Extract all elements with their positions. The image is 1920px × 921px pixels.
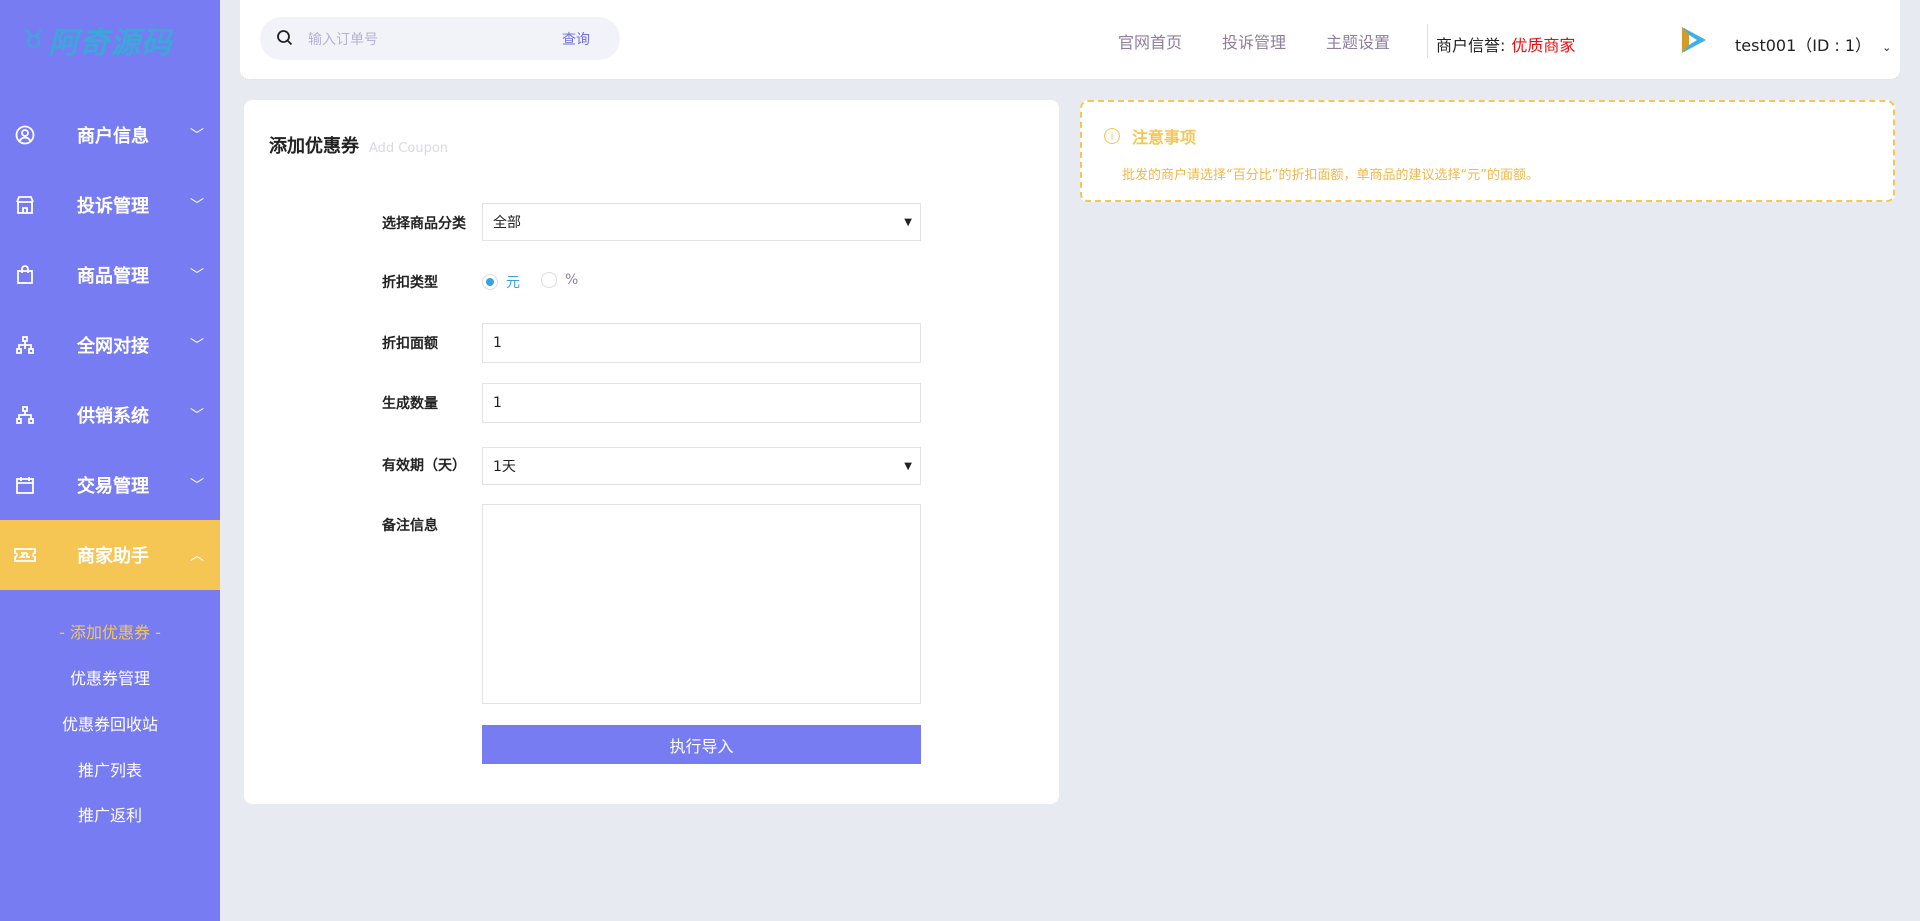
add-coupon-card: 添加优惠券 Add Coupon 选择商品分类 全部 ▼ 折扣类型 元 % 折扣面额… <box>244 100 1059 804</box>
calendar-icon <box>14 474 36 496</box>
remark-label: 备注信息 <box>382 518 438 534</box>
chevron-down-icon: ﹀ <box>190 268 204 284</box>
submenu-promotion-rebate[interactable]: 推广返利 <box>0 802 220 826</box>
expiry-label: 有效期（天） <box>382 458 466 474</box>
amount-input[interactable]: 1 <box>482 323 921 363</box>
ticket-icon <box>14 544 36 566</box>
notice-box: i 注意事项 批发的商户请选择“百分比”的折扣面额，单商品的建议选择“元”的面额。 <box>1080 100 1895 202</box>
count-value: 1 <box>493 395 502 411</box>
amount-label: 折扣面额 <box>382 336 438 352</box>
sidebar-item-products[interactable]: 商品管理 ﹀ <box>0 240 220 310</box>
order-search: 查询 <box>260 17 620 60</box>
radio-yuan[interactable]: 元 <box>482 272 520 292</box>
chevron-down-icon: ﹀ <box>190 198 204 214</box>
page-subtitle: Add Coupon <box>369 141 449 156</box>
category-value: 全部 <box>493 215 521 231</box>
avatar[interactable] <box>1678 24 1710 58</box>
sidebar-item-label: 商户信息 <box>77 126 149 147</box>
sidebar-item-label: 供销系统 <box>77 406 149 427</box>
search-icon <box>276 29 294 51</box>
bag-icon <box>14 264 36 286</box>
top-header: 查询 官网首页 投诉管理 主题设置 商户信誉: 优质商家 test001（ID :… <box>240 0 1900 80</box>
user-menu[interactable]: test001（ID : 1） ⌄ <box>1735 32 1891 56</box>
sidebar-item-network[interactable]: 全网对接 ﹀ <box>0 310 220 380</box>
radio-percent[interactable]: % <box>541 272 578 288</box>
sitemap-icon <box>14 334 36 356</box>
title-text: 添加优惠券 <box>269 136 359 157</box>
category-select[interactable]: 全部 ▼ <box>482 203 921 241</box>
remark-textarea[interactable] <box>482 504 921 704</box>
credit-value: 优质商家 <box>1511 36 1576 55</box>
notice-title-text: 注意事项 <box>1132 128 1197 147</box>
nav-theme-settings[interactable]: 主题设置 <box>1326 29 1390 53</box>
sidebar-item-distribution[interactable]: 供销系统 ﹀ <box>0 380 220 450</box>
search-button[interactable]: 查询 <box>562 29 590 49</box>
username: test001（ID : 1） <box>1735 36 1872 55</box>
info-icon: i <box>1104 128 1120 144</box>
sidebar-item-label: 交易管理 <box>77 476 149 497</box>
merchant-credit: 商户信誉: 优质商家 <box>1436 32 1575 56</box>
nav-complaints[interactable]: 投诉管理 <box>1222 29 1286 53</box>
sidebar-item-label: 全网对接 <box>77 336 149 357</box>
nav-home[interactable]: 官网首页 <box>1118 29 1182 53</box>
header-divider <box>1427 24 1428 58</box>
sidebar: ♉ 阿奇源码 商户信息 ﹀ 投诉管理 ﹀ 商品管理 ﹀ 全网对接 ﹀ 供销系统 ﹀… <box>0 0 220 921</box>
notice-title: i 注意事项 <box>1104 124 1196 148</box>
sidebar-item-complaints[interactable]: 投诉管理 ﹀ <box>0 170 220 240</box>
notice-body: 批发的商户请选择“百分比”的折扣面额，单商品的建议选择“元”的面额。 <box>1122 168 1539 183</box>
sidebar-item-label: 商家助手 <box>77 546 149 567</box>
discount-type-label: 折扣类型 <box>382 275 438 291</box>
order-search-input[interactable] <box>308 28 508 50</box>
submenu-add-coupon[interactable]: - 添加优惠券 - <box>0 619 220 643</box>
submenu-coupon-recycle-bin[interactable]: 优惠券回收站 <box>0 711 220 735</box>
expiry-value: 1天 <box>493 459 516 475</box>
logo[interactable]: ♉ 阿奇源码 <box>22 18 172 62</box>
sidebar-item-label: 投诉管理 <box>77 196 149 217</box>
expiry-select[interactable]: 1天 ▼ <box>482 447 921 485</box>
chevron-down-icon: ﹀ <box>190 338 204 354</box>
chevron-down-icon: ﹀ <box>190 478 204 494</box>
chevron-up-icon: ︿ <box>190 548 204 564</box>
sidebar-item-transactions[interactable]: 交易管理 ﹀ <box>0 450 220 520</box>
user-circle-icon <box>14 124 36 146</box>
credit-label: 商户信誉: <box>1436 36 1506 55</box>
radio-unchecked-icon <box>541 272 557 288</box>
store-icon <box>14 194 36 216</box>
radio-label: % <box>565 272 579 288</box>
chevron-down-icon: ⌄ <box>1882 41 1892 54</box>
caret-down-icon: ▼ <box>904 460 912 472</box>
bull-logo-icon: ♉ <box>22 25 47 55</box>
radio-label: 元 <box>506 275 520 291</box>
amount-value: 1 <box>493 335 502 351</box>
submit-import-button[interactable]: 执行导入 <box>482 725 921 764</box>
submenu-coupon-management[interactable]: 优惠券管理 <box>0 665 220 689</box>
chevron-down-icon: ﹀ <box>190 408 204 424</box>
radio-checked-icon <box>482 274 498 290</box>
sitemap-icon <box>14 404 36 426</box>
page-title: 添加优惠券 Add Coupon <box>269 132 448 158</box>
caret-down-icon: ▼ <box>904 216 912 228</box>
submenu-promotion-list[interactable]: 推广列表 <box>0 757 220 781</box>
count-label: 生成数量 <box>382 396 438 412</box>
category-label: 选择商品分类 <box>382 216 466 232</box>
sidebar-item-label: 商品管理 <box>77 266 149 287</box>
chevron-down-icon: ﹀ <box>190 128 204 144</box>
sidebar-item-merchant-assistant[interactable]: 商家助手 ︿ <box>0 520 220 590</box>
sidebar-item-merchant-info[interactable]: 商户信息 ﹀ <box>0 100 220 170</box>
count-input[interactable]: 1 <box>482 383 921 423</box>
logo-text: 阿奇源码 <box>48 26 173 61</box>
